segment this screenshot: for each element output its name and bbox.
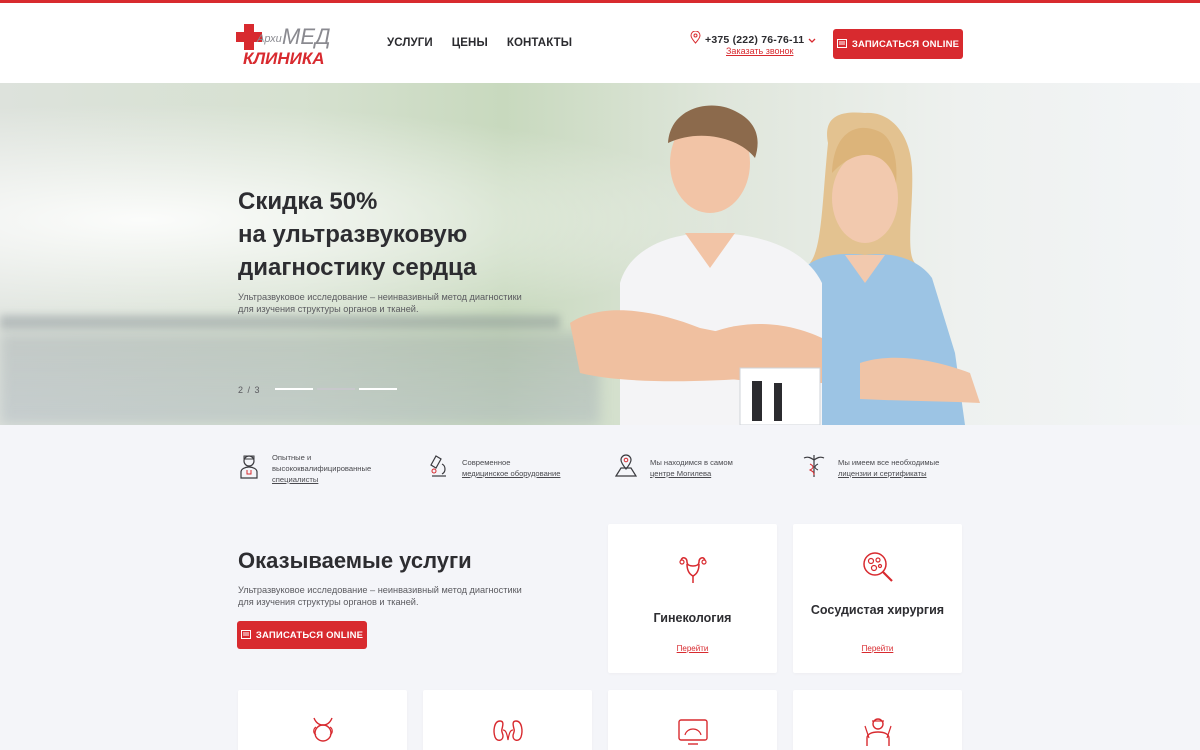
hero-bg-floor xyxy=(0,333,600,425)
map-location-icon xyxy=(614,452,638,483)
slide-dot-3[interactable] xyxy=(359,388,397,390)
feature-text: Мы находимся в самом xyxy=(650,457,733,467)
services-book-online-label: ЗАПИСАТЬСЯ ONLINE xyxy=(255,629,364,641)
hero-title-line: Скидка 50% xyxy=(238,188,378,215)
logo-cross-icon: Архи МЕД КЛИНИКА xyxy=(236,24,331,68)
svg-text:МЕД: МЕД xyxy=(282,24,331,49)
phone-block: +375 (222) 76-76-11 Заказать звонок xyxy=(690,30,820,61)
features-row: Опытные и высококвалифицированные специа… xyxy=(238,452,968,488)
slide-dot-1[interactable] xyxy=(275,388,313,390)
svg-text:Архи: Архи xyxy=(256,33,282,45)
site-header: Архи МЕД КЛИНИКА УСЛУГИ ЦЕНЫ КОНТАКТЫ +3… xyxy=(0,3,1200,83)
slide-dot-2[interactable] xyxy=(317,388,355,390)
calendar-icon xyxy=(836,38,847,51)
caduceus-icon xyxy=(802,452,826,483)
ultrasound-monitor-icon xyxy=(676,716,710,750)
feature-location: Мы находимся в самом центре Могилева xyxy=(614,452,765,483)
feature-link-equipment[interactable]: медицинское оборудование xyxy=(462,469,560,478)
uterus-icon xyxy=(676,552,710,591)
nav-item-contacts[interactable]: КОНТАКТЫ xyxy=(507,37,572,49)
feature-link-licenses[interactable]: лицензии и сертификаты xyxy=(838,469,927,478)
phone-number[interactable]: +375 (222) 76-76-11 xyxy=(705,34,804,46)
doctor-icon xyxy=(238,453,260,484)
feature-text: Мы имеем все необходимые xyxy=(838,457,940,467)
service-card-gynecology[interactable]: Гинекология Перейти xyxy=(608,524,777,673)
microscope-icon xyxy=(426,452,450,483)
services-subtitle: Ультразвуковое исследование – неинвазивн… xyxy=(238,585,522,607)
slide-counter: 2 / 3 xyxy=(238,385,261,395)
hero-title: Скидка 50% на ультразвуковую диагностику… xyxy=(238,185,538,284)
service-card-kidneys[interactable] xyxy=(423,690,592,750)
callback-link[interactable]: Заказать звонок xyxy=(726,46,793,56)
service-card-thyroid[interactable] xyxy=(238,690,407,750)
service-card-ultrasound[interactable] xyxy=(608,690,777,750)
feature-text: Современное xyxy=(462,457,511,467)
header-book-online-label: ЗАПИСАТЬСЯ ONLINE xyxy=(851,38,960,50)
feature-text: Опытные и высококвалифицированные xyxy=(272,453,372,473)
service-card-name: Сосудистая хирургия xyxy=(810,603,945,617)
logo[interactable]: Архи МЕД КЛИНИКА xyxy=(236,20,336,68)
hero-title-line: диагностику сердца xyxy=(238,254,477,281)
service-card-link[interactable]: Перейти xyxy=(608,644,777,653)
header-book-online-button[interactable]: ЗАПИСАТЬСЯ ONLINE xyxy=(833,29,963,59)
services-book-online-button[interactable]: ЗАПИСАТЬСЯ ONLINE xyxy=(237,621,367,649)
feature-licenses: Мы имеем все необходимые лицензии и серти… xyxy=(802,452,953,483)
hero-slider: Скидка 50% на ультразвуковую диагностику… xyxy=(0,83,1200,425)
hero-title-line: на ультразвуковую xyxy=(238,221,468,248)
service-card-vascular-surgery[interactable]: Сосудистая хирургия Перейти xyxy=(793,524,962,673)
services-title: Оказываемые услуги xyxy=(238,548,472,573)
service-card-link[interactable]: Перейти xyxy=(793,644,962,653)
service-card-name: Гинекология xyxy=(653,611,732,625)
calendar-icon xyxy=(240,629,251,642)
feature-specialists: Опытные и высококвалифицированные специа… xyxy=(238,452,387,485)
chevron-down-icon[interactable] xyxy=(808,31,816,49)
slide-pagination xyxy=(275,388,397,390)
feature-link-specialists[interactable]: специалисты xyxy=(272,475,318,484)
nav-item-prices[interactable]: ЦЕНЫ xyxy=(452,37,488,49)
hero-subtitle: Ультразвуковое исследование – неинвазивн… xyxy=(238,292,522,314)
service-card-surgery[interactable] xyxy=(793,690,962,750)
hero-doctors-image xyxy=(570,105,980,425)
feature-equipment: Современное медицинское оборудование xyxy=(426,452,577,483)
nav-item-services[interactable]: УСЛУГИ xyxy=(387,37,433,49)
main-nav: УСЛУГИ ЦЕНЫ КОНТАКТЫ xyxy=(387,37,572,49)
vessel-magnifier-icon xyxy=(861,550,895,589)
thyroid-icon xyxy=(308,715,338,750)
surgeon-icon xyxy=(861,714,895,750)
map-pin-icon xyxy=(690,30,701,49)
hero-bg-stripe xyxy=(0,315,560,329)
svg-text:КЛИНИКА: КЛИНИКА xyxy=(243,49,325,68)
kidneys-icon xyxy=(491,716,525,750)
feature-link-location[interactable]: центре Могилева xyxy=(650,469,711,478)
